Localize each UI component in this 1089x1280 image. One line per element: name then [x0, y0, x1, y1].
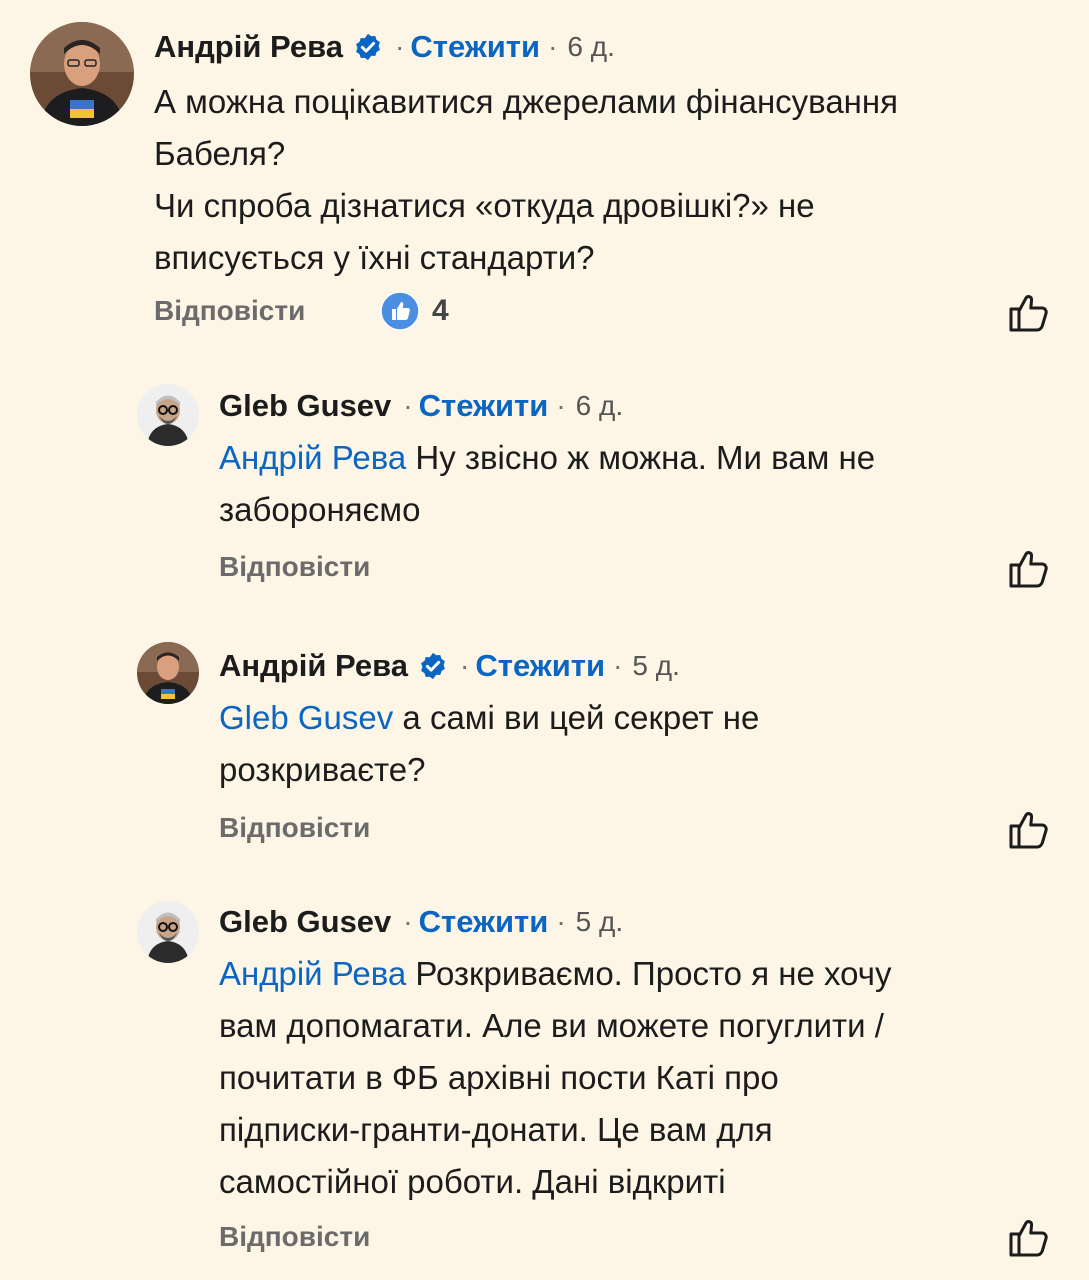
- thumbs-up-outline-icon[interactable]: [1006, 289, 1052, 335]
- reply-button[interactable]: Відповісти: [219, 812, 370, 844]
- comment-text: А можна поцікавитися джерелами фінансува…: [154, 76, 1064, 284]
- thumbs-up-outline-icon[interactable]: [1006, 545, 1052, 591]
- avatar-andrii-reva[interactable]: [137, 642, 199, 704]
- comment-text: Андрій Рева Розкриваємо. Просто я не хоч…: [219, 948, 1069, 1208]
- reaction-count: 4: [432, 294, 449, 327]
- comment-line: Чи спроба дізнатися «откуда дровішкі?» н…: [154, 187, 815, 224]
- comment-line: розкриваєте?: [219, 751, 426, 788]
- comment-line: вписується у їхні стандарти?: [154, 239, 595, 276]
- comment-line: Бабеля?: [154, 135, 286, 172]
- author-name[interactable]: Андрій Рева: [154, 29, 343, 65]
- separator-dot: ·: [613, 650, 623, 681]
- avatar-gleb-gusev[interactable]: [137, 384, 199, 446]
- comment-header: Gleb Gusev · Стежити · 6 д.: [219, 385, 623, 427]
- reply-button[interactable]: Відповісти: [219, 551, 370, 583]
- follow-button[interactable]: Стежити: [419, 904, 549, 940]
- verified-badge-icon: [418, 651, 448, 681]
- comment-line: почитати в ФБ архівні пости Каті про: [219, 1059, 779, 1096]
- comment-line: А можна поцікавитися джерелами фінансува…: [154, 83, 898, 120]
- comment-line-text: Розкриваємо. Просто я не хочу: [406, 955, 892, 992]
- follow-button[interactable]: Стежити: [410, 29, 540, 65]
- comment-line-text: Ну звісно ж можна. Ми вам не: [406, 439, 876, 476]
- mention-link[interactable]: Андрій Рева: [219, 955, 406, 992]
- comment-line: Андрій Рева Розкриваємо. Просто я не хоч…: [219, 948, 1069, 1000]
- separator-dot: ·: [556, 906, 566, 937]
- comment-header: Андрій Рева · Стежити · 5 д.: [219, 645, 680, 687]
- follow-button[interactable]: Стежити: [475, 648, 605, 684]
- comment-line-text: а самі ви цей секрет не: [393, 699, 760, 736]
- comment-line: Андрій Рева Ну звісно ж можна. Ми вам не: [219, 432, 1069, 484]
- comment-line: Gleb Gusev а самі ви цей секрет не: [219, 692, 1069, 744]
- reply-button[interactable]: Відповісти: [154, 295, 305, 327]
- comment-text: Gleb Gusev а самі ви цей секрет не розкр…: [219, 692, 1069, 796]
- reaction-summary[interactable]: 4: [380, 291, 449, 331]
- comment-time: 6 д.: [575, 390, 624, 421]
- avatar-andrii-reva[interactable]: [30, 22, 134, 126]
- comment-time: 5 д.: [632, 650, 680, 681]
- separator-dot: ·: [556, 390, 566, 421]
- separator-dot: ·: [395, 31, 405, 62]
- like-reaction-icon: [380, 291, 420, 331]
- mention-link[interactable]: Gleb Gusev: [219, 699, 393, 736]
- reply-button[interactable]: Відповісти: [219, 1221, 370, 1253]
- mention-link[interactable]: Андрій Рева: [219, 439, 406, 476]
- comment-text: Андрій Рева Ну звісно ж можна. Ми вам не…: [219, 432, 1069, 536]
- thumbs-up-outline-icon[interactable]: [1006, 806, 1052, 852]
- follow-button[interactable]: Стежити: [419, 388, 549, 424]
- comment-line: самостійної роботи. Дані відкриті: [219, 1163, 726, 1200]
- avatar-gleb-gusev[interactable]: [137, 901, 199, 963]
- comment-time: 6 д.: [567, 31, 615, 62]
- author-name[interactable]: Gleb Gusev: [219, 388, 391, 424]
- comment-line: підписки-гранти-донати. Це вам для: [219, 1111, 773, 1148]
- thumbs-up-outline-icon[interactable]: [1006, 1214, 1052, 1260]
- comment-line: вам допомагати. Але ви можете погуглити …: [219, 1007, 884, 1044]
- comment-time: 5 д.: [575, 906, 624, 937]
- author-name[interactable]: Андрій Рева: [219, 648, 408, 684]
- separator-dot: ·: [403, 390, 413, 421]
- separator-dot: ·: [460, 650, 470, 681]
- separator-dot: ·: [403, 906, 413, 937]
- comment-header: Gleb Gusev · Стежити · 5 д.: [219, 901, 623, 943]
- comment-line: забороняємо: [219, 491, 421, 528]
- author-name[interactable]: Gleb Gusev: [219, 904, 391, 940]
- separator-dot: ·: [548, 31, 558, 62]
- verified-badge-icon: [353, 32, 383, 62]
- comment-header: Андрій Рева · Стежити · 6 д.: [154, 26, 615, 68]
